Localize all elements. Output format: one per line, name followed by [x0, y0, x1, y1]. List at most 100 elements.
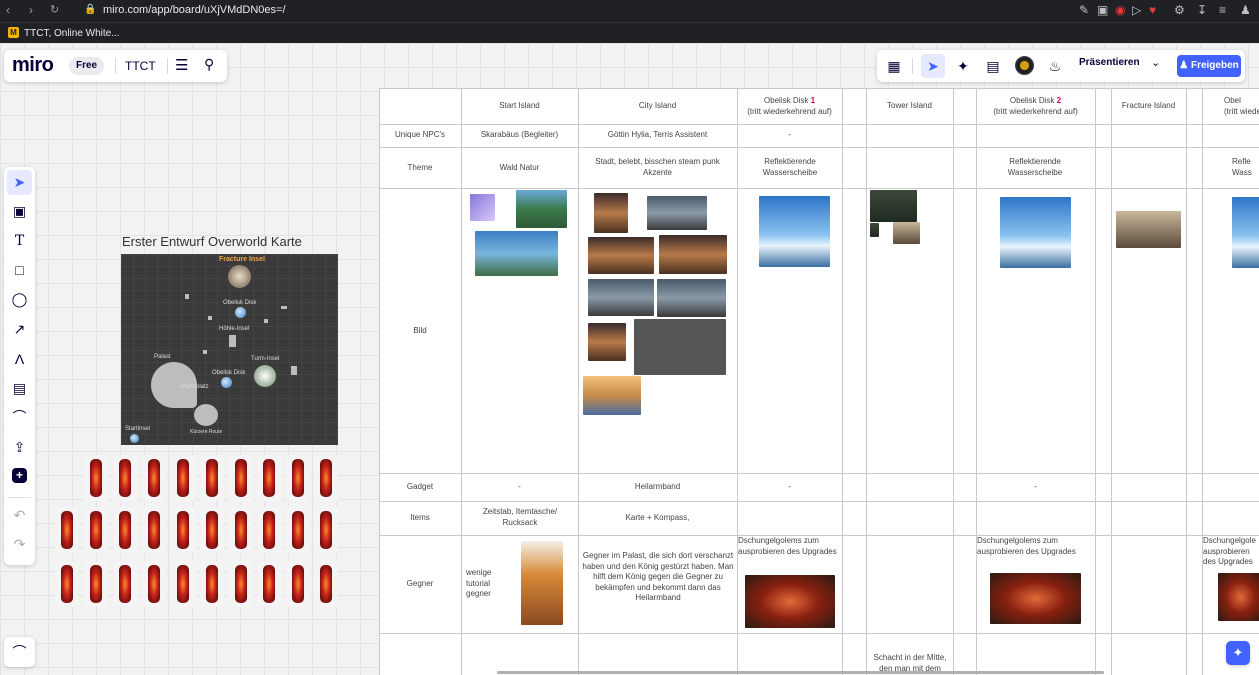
- select-cursor-icon[interactable]: ➤: [7, 170, 32, 195]
- share-button[interactable]: ♟ Freigeben: [1177, 55, 1241, 77]
- concept-sketch-image[interactable]: [634, 319, 726, 375]
- frames-list-icon[interactable]: ⌒: [7, 640, 32, 665]
- concept-image[interactable]: [870, 223, 879, 237]
- board-name[interactable]: TTCT: [125, 59, 156, 73]
- concept-image[interactable]: [893, 222, 920, 244]
- lower-island-shape: [194, 404, 218, 426]
- notifications-icon[interactable]: ♨: [1043, 54, 1067, 78]
- totem-sprite[interactable]: [142, 561, 166, 607]
- totem-sprite[interactable]: [84, 455, 108, 501]
- pocket-icon[interactable]: ◉: [1115, 3, 1125, 17]
- totem-sprite[interactable]: [229, 507, 253, 553]
- totem-sprite[interactable]: [113, 507, 137, 553]
- concept-image[interactable]: [870, 190, 917, 222]
- concept-image[interactable]: [516, 190, 567, 228]
- totem-sprite[interactable]: [113, 455, 137, 501]
- bookmark-link[interactable]: TTCT, Online White...: [24, 28, 120, 39]
- extensions-icon[interactable]: ⚙: [1174, 3, 1185, 17]
- play-icon[interactable]: ▷: [1132, 3, 1141, 17]
- profile-icon[interactable]: ♟: [1240, 3, 1251, 17]
- island-overview-table[interactable]: Start Island City Island Obelisk Disk 1(…: [379, 88, 1259, 675]
- undo-icon[interactable]: ↶: [7, 503, 32, 528]
- totem-sprite[interactable]: [142, 455, 166, 501]
- totem-sprite[interactable]: [113, 561, 137, 607]
- concept-image[interactable]: [583, 376, 641, 415]
- concept-image[interactable]: [470, 194, 495, 221]
- totem-sprite[interactable]: [257, 561, 281, 607]
- download-icon[interactable]: ↧: [1197, 3, 1207, 17]
- comments-icon[interactable]: ▤: [981, 54, 1005, 78]
- totem-sprite[interactable]: [142, 507, 166, 553]
- totem-sprite[interactable]: [286, 507, 310, 553]
- totem-sprite[interactable]: [314, 455, 338, 501]
- totem-sprite[interactable]: [229, 455, 253, 501]
- totem-sprite[interactable]: [286, 561, 310, 607]
- enemy-image[interactable]: [521, 541, 563, 625]
- back-icon[interactable]: ‹: [6, 3, 10, 17]
- concept-image[interactable]: [588, 279, 654, 316]
- totem-sprite[interactable]: [84, 507, 108, 553]
- text-tool-icon[interactable]: T: [7, 229, 32, 254]
- templates-icon[interactable]: ▣: [7, 199, 32, 224]
- concept-image[interactable]: [588, 237, 654, 274]
- totem-sprite[interactable]: [55, 561, 79, 607]
- totem-sprite[interactable]: [229, 561, 253, 607]
- jungle-golem-image[interactable]: [1218, 573, 1259, 621]
- avatar[interactable]: [1015, 56, 1034, 75]
- board-canvas[interactable]: miro Free TTCT ☰ ⚲ ▦ ➤ ✦ ▤ ♨ Präsentiere…: [0, 43, 1259, 675]
- ai-assist-icon[interactable]: ✦: [1226, 641, 1250, 665]
- comment-icon[interactable]: ▤: [7, 376, 32, 401]
- obelisk-disk-image[interactable]: [1000, 197, 1071, 268]
- jungle-golem-image[interactable]: [745, 575, 835, 628]
- hamburger-menu-icon[interactable]: ☰: [175, 56, 188, 74]
- jungle-golem-image[interactable]: [990, 573, 1081, 624]
- cursor-follow-icon[interactable]: ➤: [921, 54, 945, 78]
- totem-sprite[interactable]: [286, 455, 310, 501]
- present-button[interactable]: Präsentieren: [1079, 57, 1140, 68]
- totem-sprite[interactable]: [171, 455, 195, 501]
- totem-sprite[interactable]: [257, 507, 281, 553]
- apps-icon[interactable]: ▦: [882, 54, 906, 78]
- connection-line-icon[interactable]: ↗: [7, 317, 32, 342]
- concept-image[interactable]: [657, 279, 726, 317]
- totem-sprite[interactable]: [200, 455, 224, 501]
- totem-sprite[interactable]: [257, 455, 281, 501]
- pen-icon[interactable]: Λ: [7, 347, 32, 372]
- totem-sprite[interactable]: [55, 507, 79, 553]
- totem-sprite[interactable]: [314, 561, 338, 607]
- fracture-island-image[interactable]: [1116, 211, 1181, 248]
- upload-icon[interactable]: ⇪: [7, 435, 32, 460]
- concept-image[interactable]: [659, 235, 727, 274]
- heart-icon[interactable]: ♥: [1149, 3, 1156, 17]
- shapes-icon[interactable]: ◯: [7, 287, 32, 312]
- obelisk-disk-image[interactable]: [1232, 197, 1259, 268]
- share-page-icon[interactable]: ✎: [1079, 3, 1089, 17]
- screenshot-icon[interactable]: ▣: [1097, 3, 1108, 17]
- menu-icon[interactable]: ≡: [1219, 3, 1226, 17]
- horizontal-scrollbar[interactable]: [497, 671, 1104, 674]
- search-icon[interactable]: ⚲: [204, 56, 214, 73]
- address-bar[interactable]: miro.com/app/board/uXjVMdDN0es=/: [103, 4, 286, 16]
- overworld-map-image[interactable]: Fracture Insel Obelisk Disk Höhle-Insel …: [121, 254, 338, 445]
- frame-icon[interactable]: ⌒: [7, 405, 32, 430]
- totem-sprite[interactable]: [171, 561, 195, 607]
- concept-image[interactable]: [594, 193, 628, 233]
- reload-icon[interactable]: ↻: [50, 3, 59, 16]
- concept-image[interactable]: [475, 231, 558, 276]
- redo-icon[interactable]: ↷: [7, 532, 32, 557]
- totem-sprite[interactable]: [314, 507, 338, 553]
- reactions-icon[interactable]: ✦: [951, 54, 975, 78]
- obelisk-disk-image[interactable]: [759, 196, 830, 267]
- plan-badge[interactable]: Free: [69, 57, 105, 75]
- sticky-note-icon[interactable]: □: [7, 258, 32, 283]
- concept-image[interactable]: [588, 323, 626, 361]
- totem-sprite[interactable]: [200, 561, 224, 607]
- miro-logo[interactable]: miro: [12, 54, 54, 77]
- forward-icon[interactable]: ›: [29, 3, 33, 17]
- chevron-down-icon[interactable]: ⌄: [1151, 56, 1160, 69]
- totem-sprite[interactable]: [84, 561, 108, 607]
- totem-sprite[interactable]: [171, 507, 195, 553]
- more-tools-icon[interactable]: +: [12, 468, 27, 483]
- totem-sprite[interactable]: [200, 507, 224, 553]
- concept-image[interactable]: [647, 196, 707, 230]
